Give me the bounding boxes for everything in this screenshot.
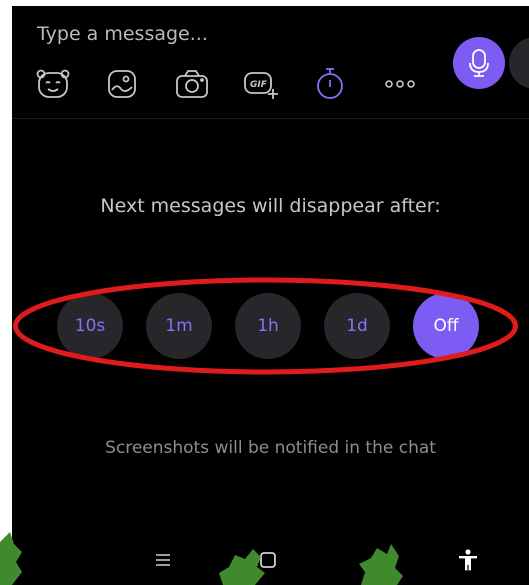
option-1d[interactable]: 1d [324, 293, 390, 359]
message-input[interactable]: Type a message... [37, 23, 208, 45]
camera-icon[interactable] [174, 66, 210, 102]
timer-icon[interactable] [312, 66, 348, 102]
option-10s[interactable]: 10s [57, 293, 123, 359]
green-blob-decoration [219, 549, 265, 585]
green-blob-decoration [359, 544, 403, 585]
svg-text:GIF: GIF [250, 80, 268, 90]
microphone-button[interactable] [453, 37, 505, 89]
menu-icon[interactable] [146, 545, 180, 575]
option-1m[interactable]: 1m [146, 293, 212, 359]
option-off[interactable]: Off [413, 293, 479, 359]
green-blob-decoration [0, 532, 22, 585]
accessibility-icon[interactable] [451, 545, 485, 575]
disappear-options: 10s 1m 1h 1d Off [12, 293, 529, 359]
disappear-heading: Next messages will disappear after: [100, 195, 441, 217]
option-1h[interactable]: 1h [235, 293, 301, 359]
partial-side-button[interactable] [509, 37, 529, 89]
screenshot-note: Screenshots will be notified in the chat [105, 438, 436, 458]
photo-icon[interactable] [104, 66, 140, 102]
more-icon[interactable] [382, 66, 418, 102]
microphone-icon [469, 49, 489, 77]
chat-screen: Type a message... GIF Next messages will… [12, 6, 529, 585]
message-composer: Type a message... GIF [12, 6, 529, 119]
sticker-face-icon[interactable] [35, 66, 71, 102]
gif-icon[interactable]: GIF [243, 66, 279, 102]
